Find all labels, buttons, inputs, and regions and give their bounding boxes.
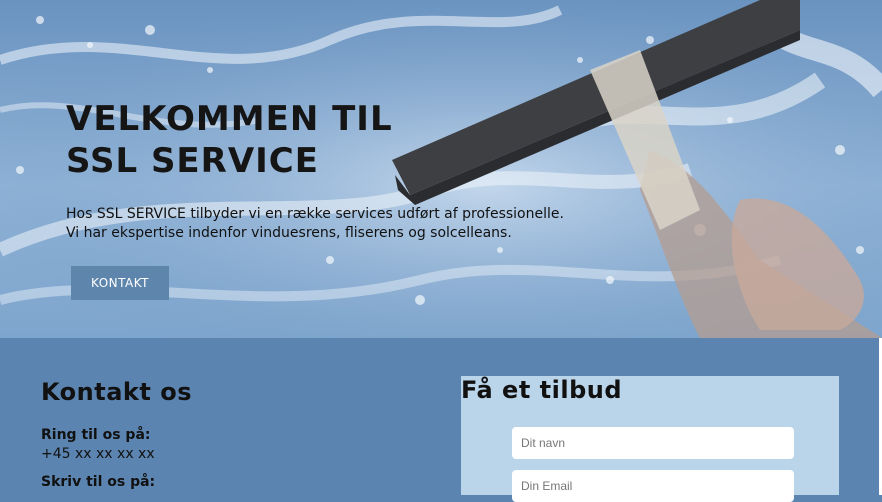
hero-description-line-1: Hos SSL SERVICE tilbyder vi en række ser… (66, 206, 564, 222)
email-input[interactable] (512, 470, 794, 502)
contact-heading: Kontakt os (41, 378, 192, 406)
contact-button[interactable]: KONTAKT (71, 266, 169, 300)
hero-title: VELKOMMEN TIL SSL SERVICE (66, 98, 393, 182)
hero-description-line-2: Vi har ekspertise indenfor vinduesrens, … (66, 225, 512, 241)
write-label: Skriv til os på: (41, 474, 156, 490)
quote-heading: Få et tilbud (461, 376, 623, 404)
name-input[interactable] (512, 427, 794, 459)
phone-value: +45 xx xx xx xx (41, 446, 155, 462)
phone-label: Ring til os på: (41, 427, 151, 443)
hero-title-line-2: SSL SERVICE (66, 141, 319, 181)
hero-description: Hos SSL SERVICE tilbyder vi en række ser… (66, 205, 564, 243)
hero-section: VELKOMMEN TIL SSL SERVICE Hos SSL SERVIC… (0, 0, 882, 338)
hero-title-line-1: VELKOMMEN TIL (66, 99, 393, 139)
